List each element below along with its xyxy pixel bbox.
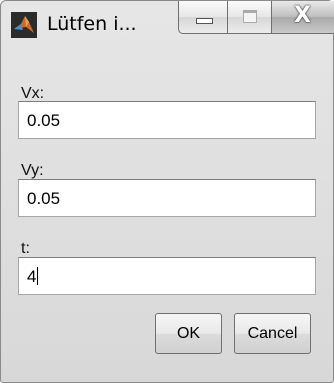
vy-label: Vy: (21, 162, 44, 179)
ok-button[interactable]: OK (155, 313, 222, 354)
maximize-icon (243, 10, 257, 23)
t-label: t: (21, 240, 30, 257)
close-icon: X (294, 3, 311, 28)
input-dialog-window: Lütfen i... X Vx: 0.05 Vy: 0.05 t: 4 OK … (0, 0, 334, 383)
text-caret (37, 267, 39, 285)
close-button[interactable]: X (272, 1, 334, 34)
t-input-value: 4 (27, 267, 37, 286)
cancel-button[interactable]: Cancel (234, 313, 311, 354)
vx-input[interactable]: 0.05 (18, 101, 316, 139)
window-title: Lütfen i... (47, 13, 137, 35)
maximize-button[interactable] (228, 1, 272, 34)
minimize-icon (196, 18, 213, 24)
vy-input[interactable]: 0.05 (18, 179, 316, 217)
t-input[interactable]: 4 (18, 257, 316, 295)
minimize-button[interactable] (178, 1, 228, 34)
title-bar[interactable]: Lütfen i... X (1, 1, 334, 47)
caption-buttons: X (178, 1, 334, 37)
matlab-icon (11, 12, 37, 38)
